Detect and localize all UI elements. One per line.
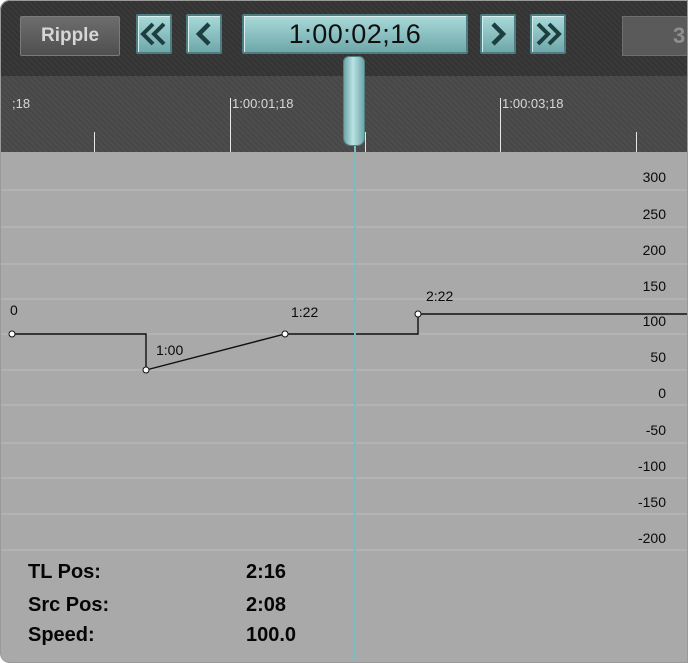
y-axis-label: 50 [650,349,666,365]
y-axis-label: -100 [637,458,666,474]
chevron-left-icon [195,22,211,46]
keyframe-label: 1:00 [156,342,184,358]
ruler-tick [636,132,637,152]
keyframe-point [8,330,16,338]
ruler-label: 1:00:01;18 [232,96,294,111]
next-frame-button[interactable] [480,14,516,54]
ruler-label: ;18 [12,96,31,111]
ruler-label: 1:00:03;18 [502,96,564,111]
y-axis-label: 300 [642,169,666,185]
ruler-tick [94,132,95,152]
y-axis-label: 0 [658,385,666,401]
double-chevron-right-icon [536,22,562,46]
keyframe-label: 0 [10,302,18,318]
src-pos-value: 2:08 [246,594,287,616]
speed-label: Speed: [28,624,95,646]
rewind-button[interactable] [136,14,172,54]
chevron-right-icon [491,22,507,46]
y-axis-label: 200 [642,242,666,258]
y-axis-label: 100 [642,313,666,329]
tl-pos-value: 2:16 [246,561,287,583]
keyframe-point [414,310,422,318]
y-axis-label: -50 [645,422,666,438]
speed-graph-editor: Ripple 1:00:02;16 3: ;18 [0,0,688,663]
ripple-button[interactable]: Ripple [20,16,120,56]
speed-value: 100.0 [246,624,297,646]
previous-frame-button[interactable] [186,14,222,54]
y-axis-label: 250 [642,206,666,222]
y-axis-label: -200 [637,530,666,546]
ruler-tick [230,98,231,152]
timecode-display[interactable]: 1:00:02;16 [242,14,468,54]
src-pos-label: Src Pos: [28,594,110,616]
double-chevron-left-icon [140,22,166,46]
keyframe-point [281,330,289,338]
keyframe-point [142,366,150,374]
keyframe-label: 1:22 [291,304,319,320]
y-axis-label: -150 [637,494,666,510]
ruler-tick [365,132,366,152]
y-axis-label: 150 [642,278,666,294]
speed-curve [10,313,688,371]
speed-curve-canvas[interactable] [0,152,688,663]
speed-graph[interactable]: 300 250 200 150 100 50 0 -50 -100 -150 -… [0,152,688,663]
ruler-tick [500,98,501,152]
duration-timecode-display: 3: [622,16,688,56]
playhead-handle[interactable] [343,56,365,146]
tl-pos-label: TL Pos: [28,561,101,583]
playhead-line[interactable] [354,76,356,663]
fast-forward-button[interactable] [530,14,566,54]
keyframe-label: 2:22 [426,288,454,304]
